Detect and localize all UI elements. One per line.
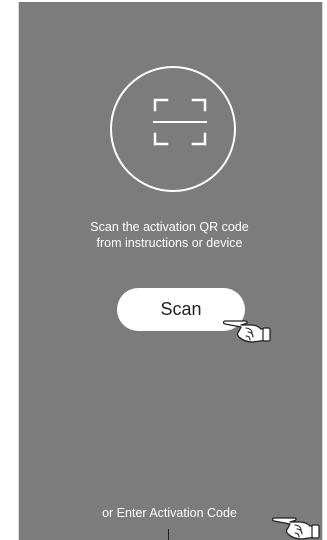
qr-scan-frame-icon: [153, 98, 207, 146]
scan-instructions: Scan the activation QR code from instruc…: [18, 219, 321, 251]
instructions-line-1: Scan the activation QR code: [90, 220, 249, 234]
text-cursor: [168, 529, 169, 540]
pointing-hand-icon: [272, 517, 320, 540]
instructions-line-2: from instructions or device: [96, 236, 243, 250]
pointing-hand-icon: [223, 320, 271, 343]
